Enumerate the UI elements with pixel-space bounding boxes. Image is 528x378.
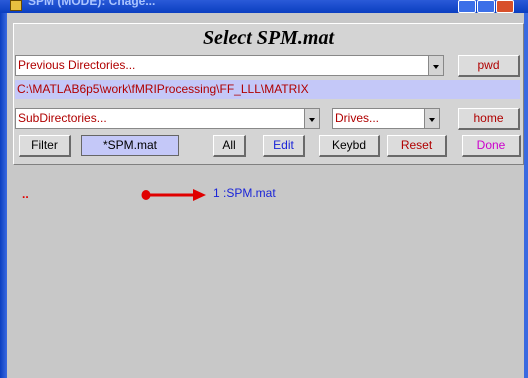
subdirectories-label: SubDirectories... bbox=[18, 111, 107, 125]
drives-popup[interactable]: Drives... bbox=[332, 108, 440, 129]
reset-button[interactable]: Reset bbox=[387, 135, 447, 157]
maximize-icon[interactable] bbox=[477, 0, 495, 13]
dropdown-arrow-icon[interactable] bbox=[424, 109, 439, 128]
subdirectories-popup[interactable]: SubDirectories... bbox=[15, 108, 320, 129]
pwd-button[interactable]: pwd bbox=[458, 55, 520, 77]
previous-directories-popup[interactable]: Previous Directories... bbox=[15, 55, 444, 76]
file-entry-spm-mat[interactable]: 1 :SPM.mat bbox=[213, 186, 276, 200]
dialog-title: Select SPM.mat bbox=[202, 27, 335, 49]
select-panel: Select SPM.mat Previous Directories... p… bbox=[13, 23, 524, 165]
drives-label: Drives... bbox=[335, 111, 380, 125]
done-button[interactable]: Done bbox=[462, 135, 521, 157]
filter-input[interactable]: *SPM.mat bbox=[81, 135, 179, 156]
window-title: SPM (MODE): Chage... bbox=[28, 0, 156, 8]
red-arrow-annotation bbox=[141, 189, 206, 201]
window-titlebar[interactable]: SPM (MODE): Chage... bbox=[0, 0, 528, 13]
window-left-border bbox=[0, 13, 7, 378]
dropdown-arrow-icon[interactable] bbox=[428, 56, 443, 75]
keybd-button[interactable]: Keybd bbox=[319, 135, 380, 157]
dropdown-arrow-icon[interactable] bbox=[304, 109, 319, 128]
previous-directories-label: Previous Directories... bbox=[18, 58, 136, 72]
matlab-window-icon bbox=[10, 0, 22, 11]
current-path-field[interactable]: C:\MATLAB6p5\work\fMRIProcessing\FF_LLL\… bbox=[15, 80, 520, 99]
edit-button[interactable]: Edit bbox=[263, 135, 305, 157]
all-button[interactable]: All bbox=[213, 135, 246, 157]
window-right-border bbox=[524, 13, 528, 378]
minimize-icon[interactable] bbox=[458, 0, 476, 13]
close-icon[interactable] bbox=[496, 0, 514, 13]
filter-button[interactable]: Filter bbox=[19, 135, 71, 157]
parent-directory-entry[interactable]: .. bbox=[22, 187, 29, 201]
home-button[interactable]: home bbox=[458, 108, 520, 130]
file-list[interactable]: .. 1 :SPM.mat bbox=[13, 170, 524, 378]
